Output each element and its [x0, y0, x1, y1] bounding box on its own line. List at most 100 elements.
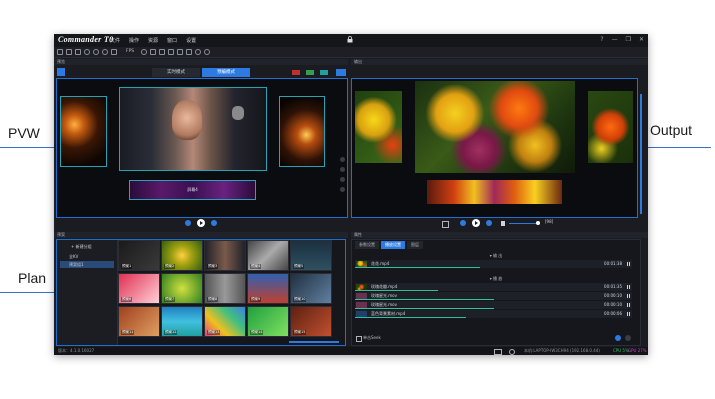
pause-icon[interactable]	[627, 285, 630, 289]
portrait-face	[172, 100, 202, 140]
help-icon[interactable]: ?	[600, 36, 603, 43]
preview-play-button[interactable]	[197, 219, 205, 227]
plan-thumb-1[interactable]: 预案1	[118, 240, 160, 271]
plan-thumb-7[interactable]: 预案7	[161, 273, 203, 304]
menu-window[interactable]: 窗口	[167, 37, 177, 44]
new-group-button[interactable]: + 新建分组	[71, 243, 92, 250]
red-indicator[interactable]	[292, 70, 300, 75]
volume-knob[interactable]	[536, 221, 540, 225]
plan-thumb-15[interactable]: 预案15	[290, 306, 332, 337]
sync-icon[interactable]	[204, 49, 210, 55]
output-screen-right	[588, 91, 633, 163]
lock-icon[interactable]	[347, 36, 353, 43]
stop-icon[interactable]	[93, 49, 99, 55]
save-icon[interactable]	[75, 49, 81, 55]
grid-toggle-icon[interactable]	[57, 68, 65, 76]
section-play-label[interactable]: ▾ 播 放	[352, 276, 640, 282]
menu-resource[interactable]: 资源	[148, 37, 158, 44]
green-indicator[interactable]	[306, 70, 314, 75]
props-settings-button[interactable]	[625, 335, 631, 341]
volume-icon[interactable]	[501, 221, 505, 226]
tab-layers[interactable]: 图层	[407, 241, 423, 249]
media-row[interactable]: 玫瑰星光.mov 00:00:10	[355, 301, 632, 309]
media-row[interactable]: 玫瑰花瓣.mp4 00:01:35	[355, 283, 632, 291]
snapshot-icon[interactable]	[442, 221, 449, 228]
tab-play-settings[interactable]: 播放设置	[381, 241, 405, 249]
volume-slider[interactable]	[509, 223, 539, 224]
expand-button[interactable]	[336, 69, 346, 76]
teal-indicator[interactable]	[320, 70, 328, 75]
plan-thumb-8[interactable]: 预案8	[204, 273, 246, 304]
preview-subtitle-strip[interactable]: 屏幕4	[129, 180, 256, 200]
plan-thumb-2[interactable]: 预案2	[161, 240, 203, 271]
plan-tree-item-all[interactable]: 全KV	[69, 253, 78, 260]
preview-screen-center[interactable]	[119, 87, 267, 171]
output-scrollbar[interactable]	[640, 94, 642, 214]
cpu-label: CPU 5%	[613, 348, 629, 353]
output-prev-button[interactable]	[460, 220, 466, 226]
menu-file[interactable]: 文件	[110, 37, 120, 44]
plan-scrollbar[interactable]	[289, 341, 339, 343]
plan-thumb-13[interactable]: 预案13	[204, 306, 246, 337]
new-file-icon[interactable]	[57, 49, 63, 55]
output-monitor-label[interactable]: [98]	[545, 219, 553, 224]
menu-operate[interactable]: 操作	[129, 37, 139, 44]
props-add-button[interactable]	[615, 335, 621, 341]
add-icon[interactable]	[102, 49, 108, 55]
open-folder-icon[interactable]	[66, 49, 72, 55]
grid-icon[interactable]	[177, 49, 183, 55]
output-play-button[interactable]	[472, 219, 480, 227]
media-row[interactable]: 玫瑰星光.mov 00:00:10	[355, 292, 632, 300]
chat-icon[interactable]	[168, 49, 174, 55]
output-canvas[interactable]	[351, 78, 638, 218]
pause-icon[interactable]	[627, 262, 630, 266]
tab-preedit-mode[interactable]: 预编模式	[202, 68, 250, 77]
screen-icon[interactable]	[159, 49, 165, 55]
plan-tree-item-group[interactable]: 预案组1	[60, 261, 114, 268]
refresh-icon[interactable]	[84, 49, 90, 55]
minimize-icon[interactable]: —	[612, 36, 618, 43]
preview-canvas[interactable]: 屏幕4	[56, 78, 348, 218]
side-fit-icon[interactable]	[340, 177, 345, 182]
preview-screen-left[interactable]	[60, 96, 107, 167]
side-zoom-out-icon[interactable]	[340, 167, 345, 172]
pause-icon[interactable]	[627, 294, 630, 298]
seek-checkbox[interactable]	[356, 336, 362, 342]
plan-thumb-6[interactable]: 预案6	[118, 273, 160, 304]
preview-prev-button[interactable]	[185, 220, 191, 226]
plan-thumb-3[interactable]: 预案3	[204, 240, 246, 271]
gear-icon[interactable]	[141, 49, 147, 55]
plan-thumb-9[interactable]: 预案9	[247, 273, 289, 304]
props-panel: 参数设置 播放设置 图层 ▾ 输 出 花花.mp4 00:01:38 ▾ 播 放…	[351, 239, 641, 346]
plan-thumb-12[interactable]: 预案12	[161, 306, 203, 337]
close-icon[interactable]: ✕	[639, 36, 644, 43]
window-controls: ? — ❐ ✕	[600, 36, 644, 43]
plan-thumb-4[interactable]: 预案4	[247, 240, 289, 271]
preview-next-button[interactable]	[211, 220, 217, 226]
plan-thumb-5[interactable]: 预案5	[290, 240, 332, 271]
monitor-status-icon[interactable]	[494, 349, 502, 355]
tab-live-mode[interactable]: 实时模式	[152, 68, 200, 77]
menu-settings[interactable]: 设置	[186, 37, 196, 44]
fps-label[interactable]: FPS	[126, 49, 134, 54]
side-zoom-in-icon[interactable]	[340, 157, 345, 162]
section-output-label[interactable]: ▾ 输 出	[352, 253, 640, 259]
pause-icon[interactable]	[627, 303, 630, 307]
side-grid-icon[interactable]	[340, 187, 345, 192]
window-icon[interactable]	[186, 49, 192, 55]
maximize-icon[interactable]: ❐	[626, 36, 631, 43]
output-next-button[interactable]	[486, 220, 492, 226]
media-row[interactable]: 花花.mp4 00:01:38	[355, 260, 632, 268]
media-row[interactable]: 蓝色背景素材.mp4 00:00:06	[355, 310, 632, 318]
plan-thumb-10[interactable]: 预案10	[290, 273, 332, 304]
tab-param-settings[interactable]: 参数设置	[355, 241, 379, 249]
layout-icon[interactable]	[111, 49, 117, 55]
plan-grid: 预案1 预案2 预案3 预案4 预案5 预案6 预案7 预案8 预案9 预案10…	[118, 240, 343, 345]
pause-icon[interactable]	[627, 312, 630, 316]
preview-screen-right[interactable]	[279, 96, 325, 167]
settings-status-icon[interactable]	[509, 349, 515, 355]
plan-thumb-14[interactable]: 预案14	[247, 306, 289, 337]
plan-thumb-11[interactable]: 预案11	[118, 306, 160, 337]
globe-icon[interactable]	[195, 49, 201, 55]
monitor-icon[interactable]	[150, 49, 156, 55]
